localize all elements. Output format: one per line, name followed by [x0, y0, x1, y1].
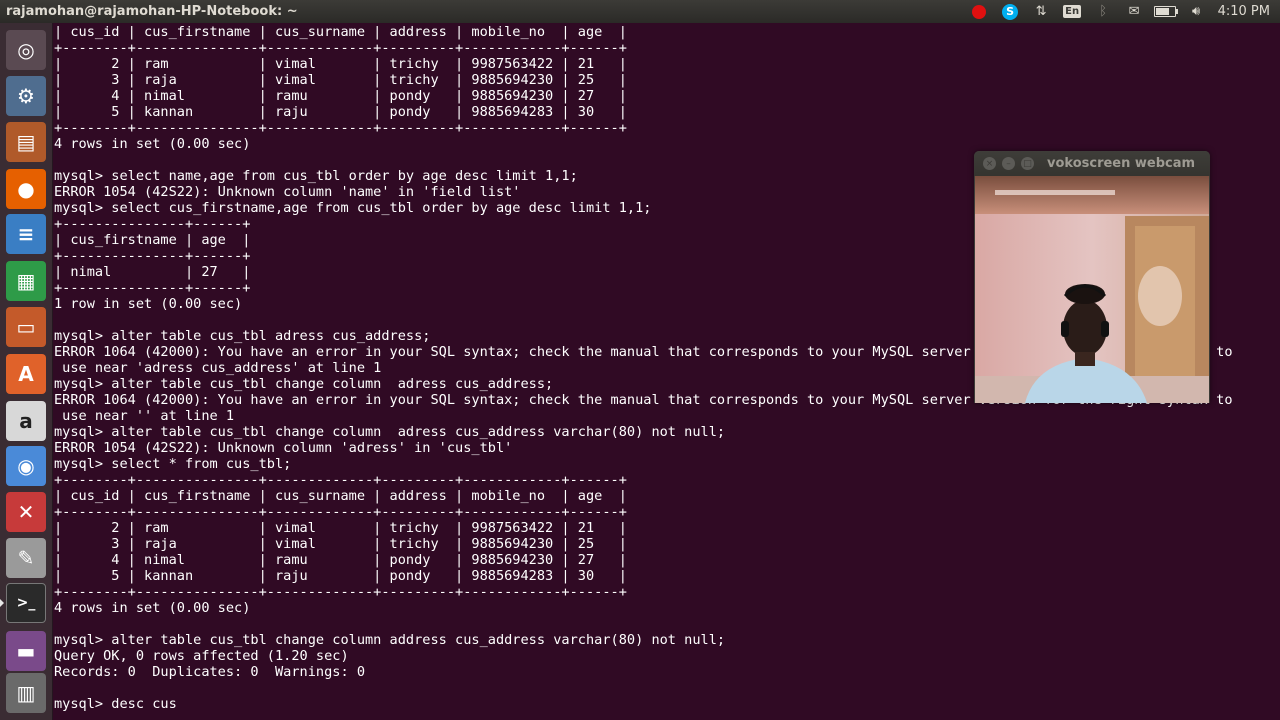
- webcam-titlebar[interactable]: × – □ vokoscreen webcam: [974, 151, 1210, 176]
- firefox-icon[interactable]: ●: [6, 169, 46, 209]
- terminal-line: | cus_id | cus_firstname | cus_surname |…: [54, 24, 627, 40]
- terminal-line: +---------------+------+: [54, 280, 251, 296]
- record-icon[interactable]: [964, 0, 995, 23]
- terminal-line: ERROR 1054 (42S22): Unknown column 'adre…: [54, 440, 513, 456]
- terminal-line: | 3 | raja | vimal | trichy | 9885694230…: [54, 72, 627, 88]
- tools-icon[interactable]: ✕: [6, 492, 46, 532]
- terminal-line: | 4 | nimal | ramu | pondy | 9885694230 …: [54, 552, 627, 568]
- trash-icon[interactable]: ▥: [6, 673, 46, 713]
- terminal-line: +--------+---------------+-------------+…: [54, 504, 627, 520]
- terminal-line: | cus_id | cus_firstname | cus_surname |…: [54, 488, 627, 504]
- terminal-line: +---------------+------+: [54, 216, 251, 232]
- terminal-line: ERROR 1054 (42S22): Unknown column 'name…: [54, 184, 521, 200]
- terminal-line: | 2 | ram | vimal | trichy | 9987563422 …: [54, 520, 627, 536]
- terminal-line: use near 'adress cus_address' at line 1: [54, 360, 382, 376]
- terminal-line: Records: 0 Duplicates: 0 Warnings: 0: [54, 664, 365, 680]
- calc-icon[interactable]: ▦: [6, 261, 46, 301]
- network-icon[interactable]: ⇅: [1026, 0, 1057, 23]
- webcam-window[interactable]: × – □ vokoscreen webcam: [974, 151, 1210, 403]
- terminal-line: mysql> select name,age from cus_tbl orde…: [54, 168, 578, 184]
- clock[interactable]: 4:10 PM: [1212, 0, 1280, 23]
- terminal-line: Query OK, 0 rows affected (1.20 sec): [54, 648, 349, 664]
- terminal-line: | 5 | kannan | raju | pondy | 9885694283…: [54, 104, 627, 120]
- amazon-icon[interactable]: a: [6, 401, 46, 441]
- terminal-line: | 4 | nimal | ramu | pondy | 9885694230 …: [54, 88, 627, 104]
- writer-icon[interactable]: ≡: [6, 214, 46, 254]
- terminal-line: mysql> alter table cus_tbl change column…: [54, 424, 726, 440]
- terminal-line: | 2 | ram | vimal | trichy | 9987563422 …: [54, 56, 627, 72]
- battery-icon[interactable]: [1150, 0, 1181, 23]
- volume-icon[interactable]: 🔊︎: [1181, 0, 1212, 23]
- dash-home-icon[interactable]: ◎: [6, 30, 46, 70]
- bluetooth-icon[interactable]: ᛒ: [1088, 0, 1119, 23]
- terminal-line: | cus_firstname | age |: [54, 232, 251, 248]
- terminal-line: mysql> alter table cus_tbl change column…: [54, 632, 726, 648]
- running-indicator: [0, 599, 4, 607]
- top-panel: rajamohan@rajamohan-HP-Notebook: ~ S ⇅ E…: [0, 0, 1280, 23]
- terminal-line: +--------+---------------+-------------+…: [54, 584, 627, 600]
- close-icon[interactable]: ×: [983, 157, 996, 170]
- terminal-line: use near '' at line 1: [54, 408, 235, 424]
- text-editor-icon[interactable]: ✎: [6, 538, 46, 578]
- terminal-line: mysql> select * from cus_tbl;: [54, 456, 292, 472]
- terminal-line: | 5 | kannan | raju | pondy | 9885694283…: [54, 568, 627, 584]
- terminal-line: mysql> alter table cus_tbl adress cus_ad…: [54, 328, 431, 344]
- impress-icon[interactable]: ▭: [6, 307, 46, 347]
- terminal-line: +--------+---------------+-------------+…: [54, 40, 627, 56]
- terminal-line: +--------+---------------+-------------+…: [54, 472, 627, 488]
- mail-icon[interactable]: ✉: [1119, 0, 1150, 23]
- terminal-icon[interactable]: >_: [6, 583, 46, 623]
- terminal-line: +--------+---------------+-------------+…: [54, 120, 627, 136]
- terminal-line: 4 rows in set (0.00 sec): [54, 136, 251, 152]
- minimize-icon[interactable]: –: [1002, 157, 1015, 170]
- system-settings-icon[interactable]: ⚙: [6, 76, 46, 116]
- maximize-icon[interactable]: □: [1021, 157, 1034, 170]
- terminal-line: mysql> select cus_firstname,age from cus…: [54, 200, 652, 216]
- webcam-title: vokoscreen webcam: [1047, 156, 1196, 171]
- terminal-line: 1 row in set (0.00 sec): [54, 296, 243, 312]
- webcam-feed: [975, 176, 1209, 403]
- indicator-area: S ⇅ En ᛒ ✉ 🔊︎ 4:10 PM: [964, 0, 1280, 23]
- terminal-line: +---------------+------+: [54, 248, 251, 264]
- terminal-line: mysql> alter table cus_tbl change column…: [54, 376, 554, 392]
- terminal-line: 4 rows in set (0.00 sec): [54, 600, 251, 616]
- keyboard-language-icon[interactable]: En: [1057, 0, 1088, 23]
- terminal-line: mysql> desc cus: [54, 696, 177, 712]
- terminal-line: | 3 | raja | vimal | trichy | 9885694230…: [54, 536, 627, 552]
- terminal-line: | nimal | 27 |: [54, 264, 251, 280]
- skype-icon[interactable]: S: [995, 0, 1026, 23]
- window-title: rajamohan@rajamohan-HP-Notebook: ~: [6, 4, 298, 19]
- launcher: ◎ ⚙ ▤ ● ≡ ▦ ▭ Aa ◉ ✕ ✎ >_ ▬ ▥: [0, 23, 53, 720]
- chromium-icon[interactable]: ◉: [6, 446, 46, 486]
- workspace-switcher-icon[interactable]: ▬: [6, 631, 46, 671]
- files-icon[interactable]: ▤: [6, 122, 46, 162]
- software-center-icon[interactable]: A: [6, 354, 46, 394]
